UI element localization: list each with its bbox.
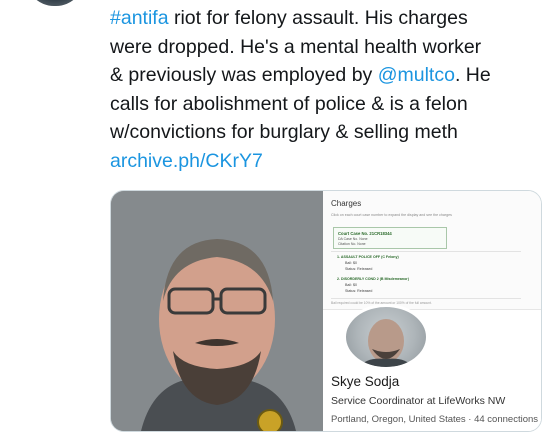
tweet-line-text: riot for felony assault. His charges bbox=[168, 7, 468, 29]
avatar[interactable] bbox=[26, 0, 84, 6]
sheriff-badge-icon bbox=[257, 409, 283, 431]
charges-hint: Click on each court case number to expan… bbox=[331, 213, 452, 217]
charge-title-text: 2. DISORDERLY COND 2 (B Misdemeanor) bbox=[337, 277, 409, 281]
charge-status: Status: Released bbox=[345, 289, 373, 293]
case-number[interactable]: Court Case No. 21CR18344 bbox=[338, 231, 392, 236]
case-box[interactable]: Court Case No. 21CR18344 DA Case No. Non… bbox=[333, 227, 447, 249]
charge-list: 1. ASSAULT POLICE OFF (C Felony) Bail: $… bbox=[331, 251, 521, 299]
charge-title: 2. DISORDERLY COND 2 (B Misdemeanor) bbox=[337, 277, 409, 283]
profile-photo-illustration bbox=[360, 319, 412, 367]
da-case-number: DA Case No. None bbox=[338, 237, 368, 241]
mention-link[interactable]: @multco bbox=[378, 64, 455, 86]
hashtag-link[interactable]: #antifa bbox=[110, 7, 169, 29]
charges-heading: Charges bbox=[331, 199, 362, 208]
charge-title-text: 1. ASSAULT POLICE OFF (C Felony) bbox=[337, 255, 399, 259]
charge-bail: Bail: $0 bbox=[345, 283, 357, 287]
mugshot-illustration bbox=[111, 191, 323, 431]
tweet-line: #antifa riot for felony assault. His cha… bbox=[110, 4, 550, 33]
profile-role: Service Coordinator at LifeWorks NW bbox=[331, 395, 506, 407]
tweet-text: #antifa riot for felony assault. His cha… bbox=[110, 4, 550, 175]
tweet-line-text: . He bbox=[454, 64, 491, 86]
tweet-line: were dropped. He's a mental health worke… bbox=[110, 35, 482, 58]
mugshot-photo[interactable] bbox=[111, 191, 323, 431]
citation-number: Citation No. None bbox=[338, 242, 366, 246]
tweet-line: w/convictions for burglary & selling met… bbox=[110, 121, 458, 143]
charge-bail: Bail: $0 bbox=[345, 261, 357, 265]
tweet-line: & previously was employed by @multco. He bbox=[110, 61, 550, 90]
tweet-line-text: & previously was employed by bbox=[110, 64, 378, 86]
linkedin-profile: Skye Sodja Service Coordinator at LifeWo… bbox=[323, 304, 541, 431]
profile-photo[interactable] bbox=[343, 304, 429, 370]
archive-link[interactable]: archive.ph/CKrY7 bbox=[110, 147, 550, 176]
tweet-line: calls for abolishment of police & is a f… bbox=[110, 92, 468, 115]
charge-title: 1. ASSAULT POLICE OFF (C Felony) bbox=[337, 255, 399, 261]
charge-status: Status: Released bbox=[345, 267, 373, 271]
media-card[interactable]: Charges Click on each court case number … bbox=[110, 190, 542, 432]
profile-name[interactable]: Skye Sodja bbox=[331, 374, 399, 389]
